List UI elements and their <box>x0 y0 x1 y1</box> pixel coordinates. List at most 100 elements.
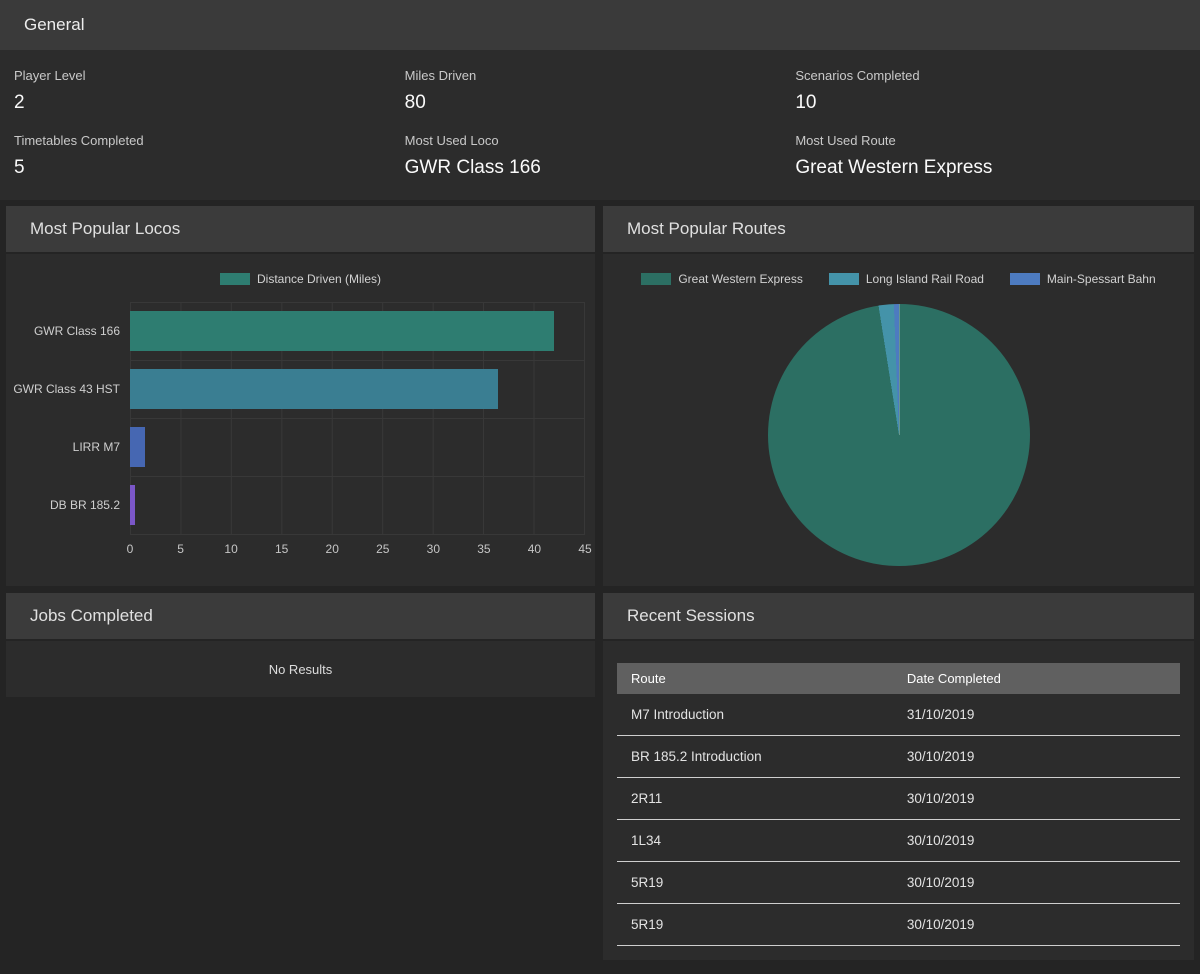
legend-item[interactable]: Long Island Rail Road <box>829 272 984 286</box>
bar-chart-legend: Distance Driven (Miles) <box>6 272 595 286</box>
bar-chart-panel-body: Distance Driven (Miles) GWR Class 166GWR… <box>6 254 595 586</box>
legend-label: Main-Spessart Bahn <box>1047 272 1156 286</box>
legend-swatch-icon <box>641 273 671 285</box>
table-row: 5R1930/10/2019 <box>617 904 1180 946</box>
stat-value: 10 <box>795 91 1186 115</box>
pie-wrap <box>603 302 1194 566</box>
bar-track <box>130 476 584 534</box>
stat-value: 80 <box>405 91 796 115</box>
bar-chart: GWR Class 166GWR Class 43 HSTLIRR M7DB B… <box>6 302 595 535</box>
sessions-column-header: Route <box>617 663 893 694</box>
pie-chart-panel-body: Great Western Express Long Island Rail Ro… <box>603 254 1194 586</box>
stat-label: Most Used Loco <box>405 133 796 148</box>
session-route-cell: 2R11 <box>617 778 893 820</box>
session-date-cell: 30/10/2019 <box>893 820 1180 862</box>
bar-category-labels: GWR Class 166GWR Class 43 HSTLIRR M7DB B… <box>6 302 130 535</box>
bar <box>130 311 554 351</box>
x-axis-tick-label: 5 <box>177 542 184 556</box>
x-axis-tick-label: 40 <box>528 542 541 556</box>
panel-most-popular-routes: Most Popular Routes Great Western Expres… <box>603 206 1194 586</box>
panel-title: Most Popular Locos <box>30 219 180 239</box>
session-route-cell: BR 185.2 Introduction <box>617 736 893 778</box>
x-axis-tick-label: 35 <box>477 542 490 556</box>
table-row: BR 185.2 Introduction30/10/2019 <box>617 736 1180 778</box>
panel-header: Jobs Completed <box>6 593 595 639</box>
stat-miles-driven: Miles Driven 80 <box>405 68 796 115</box>
bar-track <box>130 418 584 476</box>
session-route-cell: M7 Introduction <box>617 694 893 736</box>
x-axis-tick-label: 45 <box>578 542 591 556</box>
legend-label: Distance Driven (Miles) <box>257 272 381 286</box>
panel-title: Most Popular Routes <box>627 219 786 239</box>
x-axis-tick-label: 25 <box>376 542 389 556</box>
stat-value: 5 <box>14 156 405 180</box>
legend-item[interactable]: Great Western Express <box>641 272 803 286</box>
legend-swatch-icon <box>220 273 250 285</box>
x-axis-tick-label: 30 <box>427 542 440 556</box>
sessions-table-body: M7 Introduction31/10/2019BR 185.2 Introd… <box>617 694 1180 946</box>
bar-track <box>130 302 584 360</box>
bar <box>130 427 145 467</box>
sessions-panel-body: RouteDate Completed M7 Introduction31/10… <box>603 641 1194 960</box>
stat-value: GWR Class 166 <box>405 156 796 180</box>
bar <box>130 369 498 409</box>
panel-title: Recent Sessions <box>627 606 755 626</box>
jobs-panel-body: No Results <box>6 641 595 697</box>
legend-swatch-icon <box>1010 273 1040 285</box>
x-axis-tick-label: 0 <box>127 542 134 556</box>
sessions-table: RouteDate Completed M7 Introduction31/10… <box>617 663 1180 946</box>
stat-value: Great Western Express <box>795 156 1186 180</box>
panel-recent-sessions: Recent Sessions RouteDate Completed M7 I… <box>603 593 1194 960</box>
stats-summary: Player Level 2 Miles Driven 80 Scenarios… <box>0 50 1200 200</box>
session-route-cell: 1L34 <box>617 820 893 862</box>
bar-track <box>130 360 584 418</box>
stat-label: Scenarios Completed <box>795 68 1186 83</box>
panel-most-popular-locos: Most Popular Locos Distance Driven (Mile… <box>6 206 595 586</box>
page-title: General <box>24 15 84 35</box>
sessions-column-header: Date Completed <box>893 663 1180 694</box>
legend-item[interactable]: Main-Spessart Bahn <box>1010 272 1156 286</box>
charts-row: Most Popular Locos Distance Driven (Mile… <box>6 206 1194 586</box>
stat-value: 2 <box>14 91 405 115</box>
x-axis-tick-label: 20 <box>326 542 339 556</box>
pie-chart-legend: Great Western Express Long Island Rail Ro… <box>603 272 1194 286</box>
session-date-cell: 31/10/2019 <box>893 694 1180 736</box>
panel-header: Recent Sessions <box>603 593 1194 639</box>
session-date-cell: 30/10/2019 <box>893 736 1180 778</box>
x-axis-tick-label: 10 <box>224 542 237 556</box>
table-row: 5R1930/10/2019 <box>617 862 1180 904</box>
bar-plot-area <box>130 302 585 535</box>
bar-category-label: DB BR 185.2 <box>6 476 130 534</box>
legend-swatch-icon <box>829 273 859 285</box>
stat-timetables-completed: Timetables Completed 5 <box>14 133 405 180</box>
stat-label: Player Level <box>14 68 405 83</box>
panel-jobs-completed: Jobs Completed No Results <box>6 593 595 697</box>
stat-scenarios-completed: Scenarios Completed 10 <box>795 68 1186 115</box>
legend-item[interactable]: Distance Driven (Miles) <box>220 272 381 286</box>
no-results-text: No Results <box>269 662 333 677</box>
bottom-row: Jobs Completed No Results Recent Session… <box>6 593 1194 960</box>
stat-most-used-route: Most Used Route Great Western Express <box>795 133 1186 180</box>
session-date-cell: 30/10/2019 <box>893 778 1180 820</box>
bar-category-label: GWR Class 166 <box>6 302 130 360</box>
session-route-cell: 5R19 <box>617 904 893 946</box>
panel-title: Jobs Completed <box>30 606 153 626</box>
bar <box>130 485 135 525</box>
legend-label: Long Island Rail Road <box>866 272 984 286</box>
table-row: 1L3430/10/2019 <box>617 820 1180 862</box>
bar-x-axis: 051015202530354045 <box>130 537 585 561</box>
bar-category-label: LIRR M7 <box>6 418 130 476</box>
stat-most-used-loco: Most Used Loco GWR Class 166 <box>405 133 796 180</box>
panel-header: Most Popular Routes <box>603 206 1194 252</box>
stat-label: Timetables Completed <box>14 133 405 148</box>
panel-header: Most Popular Locos <box>6 206 595 252</box>
stat-label: Miles Driven <box>405 68 796 83</box>
table-row: M7 Introduction31/10/2019 <box>617 694 1180 736</box>
legend-label: Great Western Express <box>678 272 803 286</box>
session-date-cell: 30/10/2019 <box>893 862 1180 904</box>
x-axis-tick-label: 15 <box>275 542 288 556</box>
pie-chart <box>768 304 1030 566</box>
sessions-table-head-row: RouteDate Completed <box>617 663 1180 694</box>
stat-player-level: Player Level 2 <box>14 68 405 115</box>
bar-category-label: GWR Class 43 HST <box>6 360 130 418</box>
